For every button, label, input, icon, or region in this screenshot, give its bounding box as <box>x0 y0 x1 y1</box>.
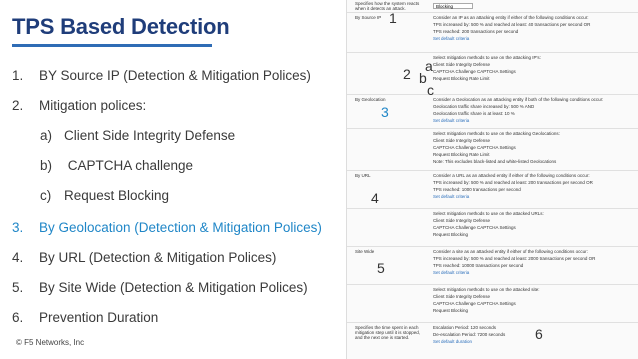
setting-line: Select mitigation methods to use on the … <box>433 55 541 60</box>
callout-c: c <box>427 82 434 98</box>
setting-line: Client Side Integrity Defense <box>433 218 491 223</box>
slide-title: TPS Based Detection <box>12 14 230 39</box>
setting-line: Request Blocking Rate Limit <box>433 152 490 157</box>
list-item: 5. By Site Wide (Detection & Mitigation P… <box>12 280 308 295</box>
setting-line: TPS reached: 1000 transactions per secon… <box>433 187 521 192</box>
setting-line: Select mitigation methods to use on the … <box>433 287 540 292</box>
list-subitem: a) Client Side Integrity Defense <box>40 128 236 143</box>
setting-line: Consider a site as an attacked entity if… <box>433 249 588 254</box>
set-default-link[interactable]: Set default criteria <box>433 36 469 42</box>
blocking-select[interactable]: Blocking <box>433 3 473 9</box>
section-label: Specifies the time spent in each mitigat… <box>355 325 421 340</box>
setting-line: CAPTCHA Challenge CAPTCHA Settings <box>433 69 516 74</box>
set-default-link[interactable]: Set default duration <box>433 339 472 345</box>
set-default-link[interactable]: Set default criteria <box>433 270 469 276</box>
settings-section: Select mitigation methods to use on the … <box>347 208 638 247</box>
settings-section: Specifies the time spent in each mitigat… <box>347 322 638 359</box>
setting-line: De-escalation Period: 7200 seconds <box>433 332 506 337</box>
callout-6: 6 <box>535 326 543 342</box>
setting-line: Geolocation traffic share is at least: 1… <box>433 111 515 116</box>
settings-section: Site Wide Consider a site as an attacked … <box>347 246 638 285</box>
callout-1: 1 <box>389 10 397 26</box>
callout-b: b <box>419 70 427 86</box>
title-underline <box>12 44 212 47</box>
settings-section: By URL Consider a URL as an attacked enti… <box>347 170 638 209</box>
setting-line: Request Blocking <box>433 308 469 313</box>
settings-section: Select mitigation methods to use on the … <box>347 128 638 171</box>
setting-line: TPS reached: 200 transactions per second <box>433 29 519 34</box>
setting-line: Consider a URL as an attacked entity if … <box>433 173 590 178</box>
list-item-highlighted: 3. By Geolocation (Detection & Mitigation… <box>12 220 322 235</box>
list-subitem: c) Request Blocking <box>40 188 170 203</box>
slide-content: TPS Based Detection 1. BY Source IP (Dete… <box>0 0 346 359</box>
list-subitem: b) CAPTCHA challenge <box>40 158 194 173</box>
footer-copyright: © F5 Networks, Inc <box>16 338 85 347</box>
setting-line: Client Side Integrity Defense <box>433 294 491 299</box>
list-item: 2. Mitigation polices: <box>12 98 147 113</box>
setting-line: TPS increased by: 500 % and reached at l… <box>433 22 591 27</box>
setting-line: Consider an IP as an attacking entity if… <box>433 15 589 20</box>
setting-line: TPS increased by: 500 % and reached at l… <box>433 180 593 185</box>
settings-section: Select mitigation methods to use on the … <box>347 52 638 95</box>
list-item: 6. Prevention Duration <box>12 310 159 325</box>
list-item: 1. BY Source IP (Detection & Mitigation P… <box>12 68 311 83</box>
setting-line: Client Side Integrity Defense <box>433 138 491 143</box>
setting-line: Request Blocking <box>433 232 469 237</box>
setting-line: Note: This excludes black-listed and whi… <box>433 159 557 164</box>
setting-line: CAPTCHA Challenge CAPTCHA Settings <box>433 301 516 306</box>
section-label: Site Wide <box>355 249 375 254</box>
setting-line: Consider a Geolocation as an attacking e… <box>433 97 604 102</box>
setting-line: CAPTCHA Challenge CAPTCHA Settings <box>433 225 516 230</box>
setting-line: Select mitigation methods to use on the … <box>433 211 544 216</box>
section-label: By URL <box>355 173 371 178</box>
set-default-link[interactable]: Set default criteria <box>433 118 469 124</box>
settings-section: By Geolocation Consider a Geolocation as … <box>347 94 638 129</box>
list-item: 4. By URL (Detection & Mitigation Polices… <box>12 250 277 265</box>
setting-line: Geolocation traffic share increased by: … <box>433 104 535 109</box>
setting-line: Select mitigation methods to use on the … <box>433 131 560 136</box>
callout-3: 3 <box>381 104 389 120</box>
callout-5: 5 <box>377 260 385 276</box>
set-default-link[interactable]: Set default criteria <box>433 194 469 200</box>
setting-line: Escalation Period: 120 seconds <box>433 325 497 330</box>
setting-line: Client Side Integrity Defense <box>433 62 491 67</box>
callout-2: 2 <box>403 66 411 82</box>
settings-panel-screenshot: Specifies how the system reacts when it … <box>346 0 638 359</box>
setting-line: CAPTCHA Challenge CAPTCHA Settings <box>433 145 516 150</box>
setting-line: Request Blocking Rate Limit <box>433 76 490 81</box>
setting-line: TPS increased by: 500 % and reached at l… <box>433 256 596 261</box>
section-label: By Geolocation <box>355 97 386 102</box>
settings-section: Select mitigation methods to use on the … <box>347 284 638 323</box>
callout-4: 4 <box>371 190 379 206</box>
setting-line: TPS reached: 10000 transactions per seco… <box>433 263 524 268</box>
